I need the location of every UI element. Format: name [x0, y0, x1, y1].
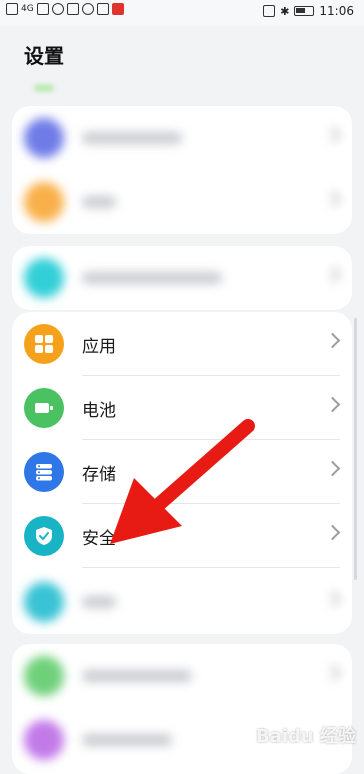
hd-icon: [6, 3, 18, 15]
watermark: Baidu 经验: [255, 726, 356, 747]
page-title: 设置: [24, 44, 64, 68]
chevron-right-icon: [324, 190, 341, 207]
blurred-icon: [24, 118, 64, 158]
blurred-label: [82, 272, 222, 284]
chevron-right-icon: [324, 664, 341, 681]
chevron-right-icon: [324, 126, 341, 143]
signal-icon: [36, 3, 49, 15]
chevron-right-icon: [324, 590, 341, 607]
settings-card-group-3: [12, 644, 352, 774]
notification-icon: [81, 3, 94, 15]
blurred-settings-item[interactable]: [12, 170, 352, 234]
scrollbar[interactable]: [354, 318, 357, 580]
blurred-icon: [24, 656, 64, 696]
chevron-right-icon: [324, 332, 341, 349]
blurred-settings-item[interactable]: [12, 644, 352, 708]
battery-icon: [24, 388, 64, 428]
blurred-settings-item[interactable]: [12, 106, 352, 170]
settings-card-group-1: [12, 106, 352, 234]
chevron-right-icon: [324, 266, 341, 283]
usb-icon: [66, 3, 79, 15]
settings-card-group-2: [12, 246, 352, 310]
blurred-label: [82, 734, 172, 746]
chevron-right-icon: [324, 460, 341, 477]
blurred-settings-item[interactable]: [12, 570, 352, 634]
chevron-right-icon: [324, 524, 341, 541]
bluetooth-icon: ✱: [280, 4, 290, 18]
settings-item-apps[interactable]: 应用: [12, 312, 352, 376]
app-badge-icon: [111, 3, 124, 15]
blurred-icon: [24, 720, 64, 760]
blurred-label: [82, 132, 182, 144]
status-time: 11:06: [319, 4, 354, 18]
apps-grid-icon: [24, 324, 64, 364]
blurred-icon: [24, 258, 64, 298]
shield-check-icon: [24, 516, 64, 556]
nfc-icon: [263, 5, 276, 17]
blurred-icon: [24, 182, 64, 222]
blurred-settings-item[interactable]: [12, 246, 352, 310]
blurred-label: [82, 596, 116, 608]
blurred-green-item: [34, 84, 54, 92]
chevron-right-icon: [324, 396, 341, 413]
blurred-label: [82, 196, 116, 208]
status-bar: 4G ✱ 11:06: [0, 0, 364, 26]
blurred-label: [82, 670, 192, 682]
wifi-icon: [51, 3, 64, 15]
blurred-icon: [24, 582, 64, 622]
settings-item-label: 应用: [82, 337, 116, 357]
red-annotation-arrow: [110, 419, 255, 544]
storage-icon: [24, 452, 64, 492]
divider: [82, 567, 340, 568]
battery-icon: [294, 6, 315, 16]
network-label: 4G: [21, 4, 34, 14]
image-icon: [96, 3, 109, 15]
